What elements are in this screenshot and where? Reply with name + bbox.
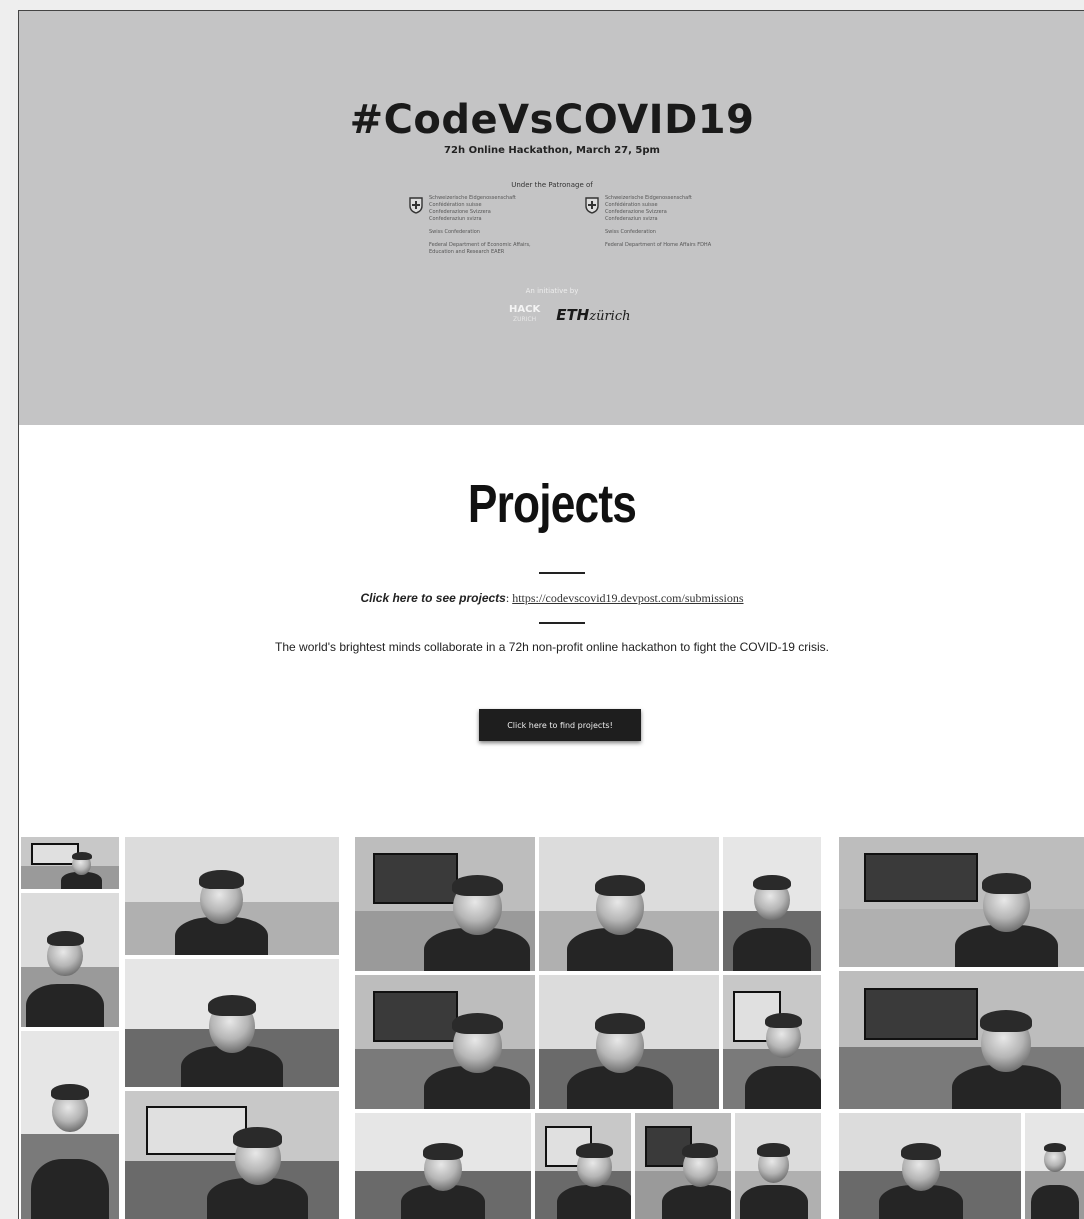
patronage-label: Under the Patronage of	[511, 181, 593, 189]
participant-photo	[1025, 1113, 1084, 1219]
participant-photo	[735, 1113, 821, 1219]
hero-title: #CodeVsCOVID19	[349, 97, 755, 143]
hero-banner: #CodeVsCOVID19 72h Online Hackathon, Mar…	[19, 11, 1084, 425]
organizer-logos: HACK ZURICH ETHzürich	[509, 305, 631, 325]
patron-right-line: Confédération suisse	[605, 202, 658, 208]
participant-photo	[839, 1113, 1021, 1219]
hack-logo-main: HACK	[509, 304, 541, 315]
devpost-submissions-link[interactable]: https://codevscovid19.devpost.com/submis…	[512, 591, 743, 605]
participant-photo	[723, 837, 821, 971]
divider	[539, 572, 585, 574]
participant-photo	[21, 893, 119, 1027]
hero-subtitle: 72h Online Hackathon, March 27, 5pm	[444, 145, 660, 156]
patron-left-line: Schweizerische Eidgenossenschaft	[429, 195, 516, 201]
patron-left: Schweizerische Eidgenossenschaft Confédé…	[409, 195, 589, 256]
participant-photo	[839, 837, 1084, 967]
participant-photo	[539, 837, 719, 971]
projects-link-line: Click here to see projects: https://code…	[19, 591, 1084, 606]
hack-logo-small: ZURICH	[513, 316, 537, 323]
participant-photo	[21, 1031, 119, 1219]
patron-left-dept: Federal Department of Economic Affairs,	[429, 242, 531, 248]
participant-photo	[635, 1113, 731, 1219]
participant-photo	[125, 1091, 339, 1219]
eth-zurich-logo: ETHzürich	[556, 306, 630, 324]
swiss-shield-icon	[407, 195, 425, 215]
patron-left-line: Confederaziun svizra	[429, 216, 482, 222]
participant-photo-gallery	[19, 837, 1084, 1219]
page-frame: #CodeVsCOVID19 72h Online Hackathon, Mar…	[18, 10, 1084, 1219]
patron-right-line: Confederazione Svizzera	[605, 209, 667, 215]
divider	[539, 622, 585, 624]
hack-zurich-logo: HACK ZURICH	[509, 305, 540, 325]
patron-left-line: Confederazione Svizzera	[429, 209, 491, 215]
projects-heading: Projects	[467, 474, 637, 534]
participant-photo	[355, 975, 535, 1109]
initiative-label: An initiative by	[525, 287, 579, 295]
patron-right-country: Swiss Confederation	[605, 229, 656, 235]
patron-left-dept: Education and Research EAER	[429, 249, 505, 255]
patron-right: Schweizerische Eidgenossenschaft Confédé…	[585, 195, 765, 249]
patron-right-line: Confederaziun svizra	[605, 216, 658, 222]
patron-left-country: Swiss Confederation	[429, 229, 480, 235]
find-projects-button[interactable]: Click here to find projects!	[479, 709, 641, 741]
swiss-shield-icon	[583, 195, 601, 215]
tagline: The world's brightest minds collaborate …	[275, 640, 829, 654]
eth-logo-rest: zürich	[589, 309, 631, 324]
patron-right-line: Schweizerische Eidgenossenschaft	[605, 195, 692, 201]
participant-photo	[355, 1113, 531, 1219]
participant-photo	[125, 959, 339, 1087]
participant-photo	[535, 1113, 631, 1219]
projects-link-label: Click here to see projects	[360, 591, 506, 605]
participant-photo	[839, 971, 1084, 1109]
participant-photo	[723, 975, 821, 1109]
participant-photo	[355, 837, 535, 971]
participant-photo	[21, 837, 119, 889]
participant-photo	[539, 975, 719, 1109]
eth-logo-bold: ETH	[556, 306, 590, 324]
participant-photo	[125, 837, 339, 955]
patron-left-line: Confédération suisse	[429, 202, 482, 208]
patron-right-dept: Federal Department of Home Affairs FDHA	[605, 242, 712, 248]
